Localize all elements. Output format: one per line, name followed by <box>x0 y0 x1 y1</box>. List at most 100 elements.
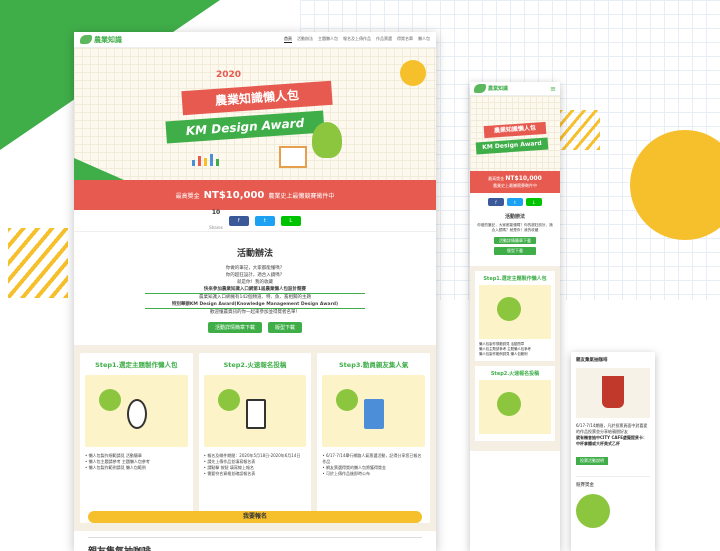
prize-banner: 最高獎金 NT$10,000 農業史上最懶競賽徵件中 <box>74 180 436 210</box>
intro-line: 就是你！我的收藏 <box>237 280 273 285</box>
thumbs-up-illustration <box>322 375 426 447</box>
prize-tail: 農業史上最懶競賽徵件中 <box>268 192 335 200</box>
mobile-prize-banner: 最高獎金 NT$10,000 農業史上最懶競賽徵件中 <box>470 171 560 193</box>
decor-stripes-left <box>8 228 68 298</box>
prize-amount: NT$10,000 <box>203 189 265 201</box>
line-share-button[interactable]: L <box>526 198 542 206</box>
section-title-coffee: 親友集氣抽咖啡 <box>88 537 422 551</box>
hero-title-en: KM Design Award <box>475 137 549 155</box>
step-bullet: 可於上傳作品後即時公布 <box>322 471 425 477</box>
nav-item-winners[interactable]: 得獎名單 <box>397 36 413 43</box>
card-title: 親友集氣抽咖啡 <box>576 358 608 363</box>
menu-icon[interactable]: ≡ <box>550 85 556 93</box>
mobile-nav: 農業知識 ≡ <box>470 82 560 96</box>
register-button[interactable]: 我要報名 <box>88 511 422 523</box>
share-count-number: 10 <box>211 208 221 216</box>
intro-line: 特別舉辦KM Design Award(Knowledge Management… <box>145 301 365 309</box>
intro-line: 你做的筆記，大家都能懂嗎？ <box>225 266 285 271</box>
section-title-rules: 活動辦法 <box>504 214 525 220</box>
facebook-share-button[interactable]: f <box>228 215 249 226</box>
top-nav: 農業知識 首頁 活動辦法 主題懶人包 報名及上傳作品 作品票選 得獎名單 懶人包 <box>74 32 436 48</box>
coffee-cup-illustration <box>576 368 650 418</box>
card-description: 6/17-7/14期間，凡於投票頁面中對喜愛的作品投票並分享給親朋好友 <box>576 423 648 434</box>
intro-buttons: 活動詳情簡章下載 版型下載 <box>74 322 436 333</box>
mobile-hero: 農業知識懶人包 KM Design Award <box>470 96 560 171</box>
fruit-illustration <box>479 284 551 339</box>
facebook-share-button[interactable]: f <box>488 198 504 206</box>
step-card-2: Step2.火速報名投稿 報名及徵件期間：2020年5月18日-2020年6月1… <box>198 353 312 523</box>
bar-chart-icon <box>192 154 219 166</box>
share-count-label: Shares <box>209 224 223 230</box>
intro-line: 歡迎懂農資訊的你一起來參加並得獎者名單！ <box>210 310 300 315</box>
share-bar: 10 Shares f t L <box>74 208 436 232</box>
step-title: Step1.選定主題製作懶人包 <box>95 361 178 369</box>
step-title: Step3.動員親友集人氣 <box>339 361 409 369</box>
vote-info-button[interactable]: 投票活動說明 <box>576 457 608 465</box>
hero-banner: 2020 農業知識懶人包 KM Design Award <box>74 48 436 180</box>
card-prize-text: 就有機會抽中CITY CAFE虛擬提貨卡：中杯拿鐵或大杯美式乙杯 <box>576 435 647 446</box>
intro-line: 快來參加農業知識入口網第1屆農業懶人包設計競賽 <box>145 286 365 294</box>
nav-menu: 首頁 活動辦法 主題懶人包 報名及上傳作品 作品票選 得獎名單 懶人包 <box>284 36 430 43</box>
intro-line: 你的超狂設計，適合入鏡嗎？ <box>225 273 285 278</box>
intro-text: 你做的筆記，大家都能懂嗎？ 你的超狂設計，適合入鏡嗎？ 就是你！我的收藏 快來參… <box>145 265 365 316</box>
document-illustration <box>203 375 307 447</box>
hero-year: 2020 <box>216 70 242 80</box>
mascot-illustration <box>312 122 342 158</box>
mobile-share-bar: f t L <box>470 193 560 211</box>
section-title-prize: 競賽獎金 <box>576 476 650 488</box>
nav-item-lazy[interactable]: 懶人包 <box>418 36 430 43</box>
hero-title-en: KM Design Award <box>165 110 325 144</box>
prize-label: 最高獎金 <box>488 176 505 181</box>
nav-item-upload[interactable]: 報名及上傳作品 <box>343 36 371 43</box>
nav-item-topics[interactable]: 主題懶人包 <box>318 36 338 43</box>
download-rules-button[interactable]: 活動詳情簡章下載 <box>494 236 536 244</box>
step-card-3: Step3.動員親友集人氣 6/17-7/14舉行網路人氣票選活動，記得分享您已… <box>317 353 431 523</box>
step-title: Step2.火速報名投稿 <box>223 361 287 369</box>
steps-section: Step1.選定主題製作懶人包 懶人包製作規範請見 活動簡章 懶人包主題請參考 … <box>74 345 436 531</box>
intro-text: 你做的筆記，大家都能懂嗎？你的超狂設計，適合入鏡嗎？就是你！我的收藏 <box>477 222 553 233</box>
mascot-illustration <box>576 494 610 528</box>
site-logo[interactable]: 農業知識 <box>474 84 508 93</box>
line-share-button[interactable]: L <box>280 215 301 226</box>
intro-line: 農業知識入口網擁有142個頻道、特、魚、畜相關的主題 <box>198 295 312 300</box>
download-template-button[interactable]: 版型下載 <box>494 247 536 255</box>
mobile-page-mockup: 農業知識 ≡ 農業知識懶人包 KM Design Award 最高獎金 NT$1… <box>470 82 560 551</box>
twitter-share-button[interactable]: t <box>254 215 275 226</box>
twitter-share-button[interactable]: t <box>507 198 523 206</box>
share-count: 10 Shares <box>209 208 223 232</box>
prize-amount: NT$10,000 <box>505 175 542 182</box>
mobile-steps: Step1.選定主題製作懶人包 懶人包製作規範請見 活動簡章 懶人包主題請參考 … <box>470 265 560 451</box>
leaf-icon <box>80 35 92 44</box>
site-logo[interactable]: 農業知識 <box>80 35 122 45</box>
nav-item-rules[interactable]: 活動辦法 <box>297 36 313 43</box>
logo-text: 農業知識 <box>94 35 122 44</box>
step-title: Step1.選定主題製作懶人包 <box>483 275 547 282</box>
mobile-intro: 活動辦法 你做的筆記，大家都能懂嗎？你的超狂設計，適合入鏡嗎？就是你！我的收藏 … <box>470 211 560 262</box>
step-card-1: Step1.選定主題製作懶人包 懶人包製作規範請見 活動簡章 懶人包主題請參考 … <box>475 270 555 361</box>
desktop-page-mockup: 農業知識 首頁 活動辦法 主題懶人包 報名及上傳作品 作品票選 得獎名單 懶人包… <box>74 32 436 551</box>
download-rules-button[interactable]: 活動詳情簡章下載 <box>207 322 262 333</box>
step-bullet: 需要符合資格並確認報名表 <box>204 471 307 477</box>
step-bullet: 6/17-7/14舉行網路人氣票選活動，記得分享您已報名作品 <box>322 453 425 465</box>
nav-item-vote[interactable]: 作品票選 <box>376 36 392 43</box>
step-title: Step2.火速報名投稿 <box>490 370 540 377</box>
hero-title-cn: 農業知識懶人包 <box>181 80 333 116</box>
nav-item-home[interactable]: 首頁 <box>284 36 292 43</box>
easel-icon <box>279 146 307 168</box>
prize-label: 最高獎金 <box>175 192 200 200</box>
step-bullet: 懶人包製作範例請見 懶人包範例 <box>479 351 528 356</box>
coffee-card-mockup: 親友集氣抽咖啡 6/17-7/14期間，凡於投票頁面中對喜愛的作品投票並分享給親… <box>571 352 655 551</box>
step-bullet: 懶人包製作範例請見 懶人包範例 <box>85 465 188 471</box>
download-template-button[interactable]: 版型下載 <box>268 322 303 333</box>
document-illustration <box>479 379 551 434</box>
hero-title-cn: 農業知識懶人包 <box>483 121 547 139</box>
decor-circle <box>400 60 426 86</box>
prize-tail: 農業史上最懶競賽徵件中 <box>493 183 537 188</box>
fruit-illustration <box>85 375 188 447</box>
section-title-rules: 活動辦法 <box>236 249 273 259</box>
step-card-2: Step2.火速報名投稿 <box>475 365 555 441</box>
logo-text: 農業知識 <box>488 86 509 92</box>
step-card-1: Step1.選定主題製作懶人包 懶人包製作規範請見 活動簡章 懶人包主題請參考 … <box>80 353 193 523</box>
decor-green-corner <box>74 158 124 180</box>
leaf-icon <box>474 84 486 93</box>
